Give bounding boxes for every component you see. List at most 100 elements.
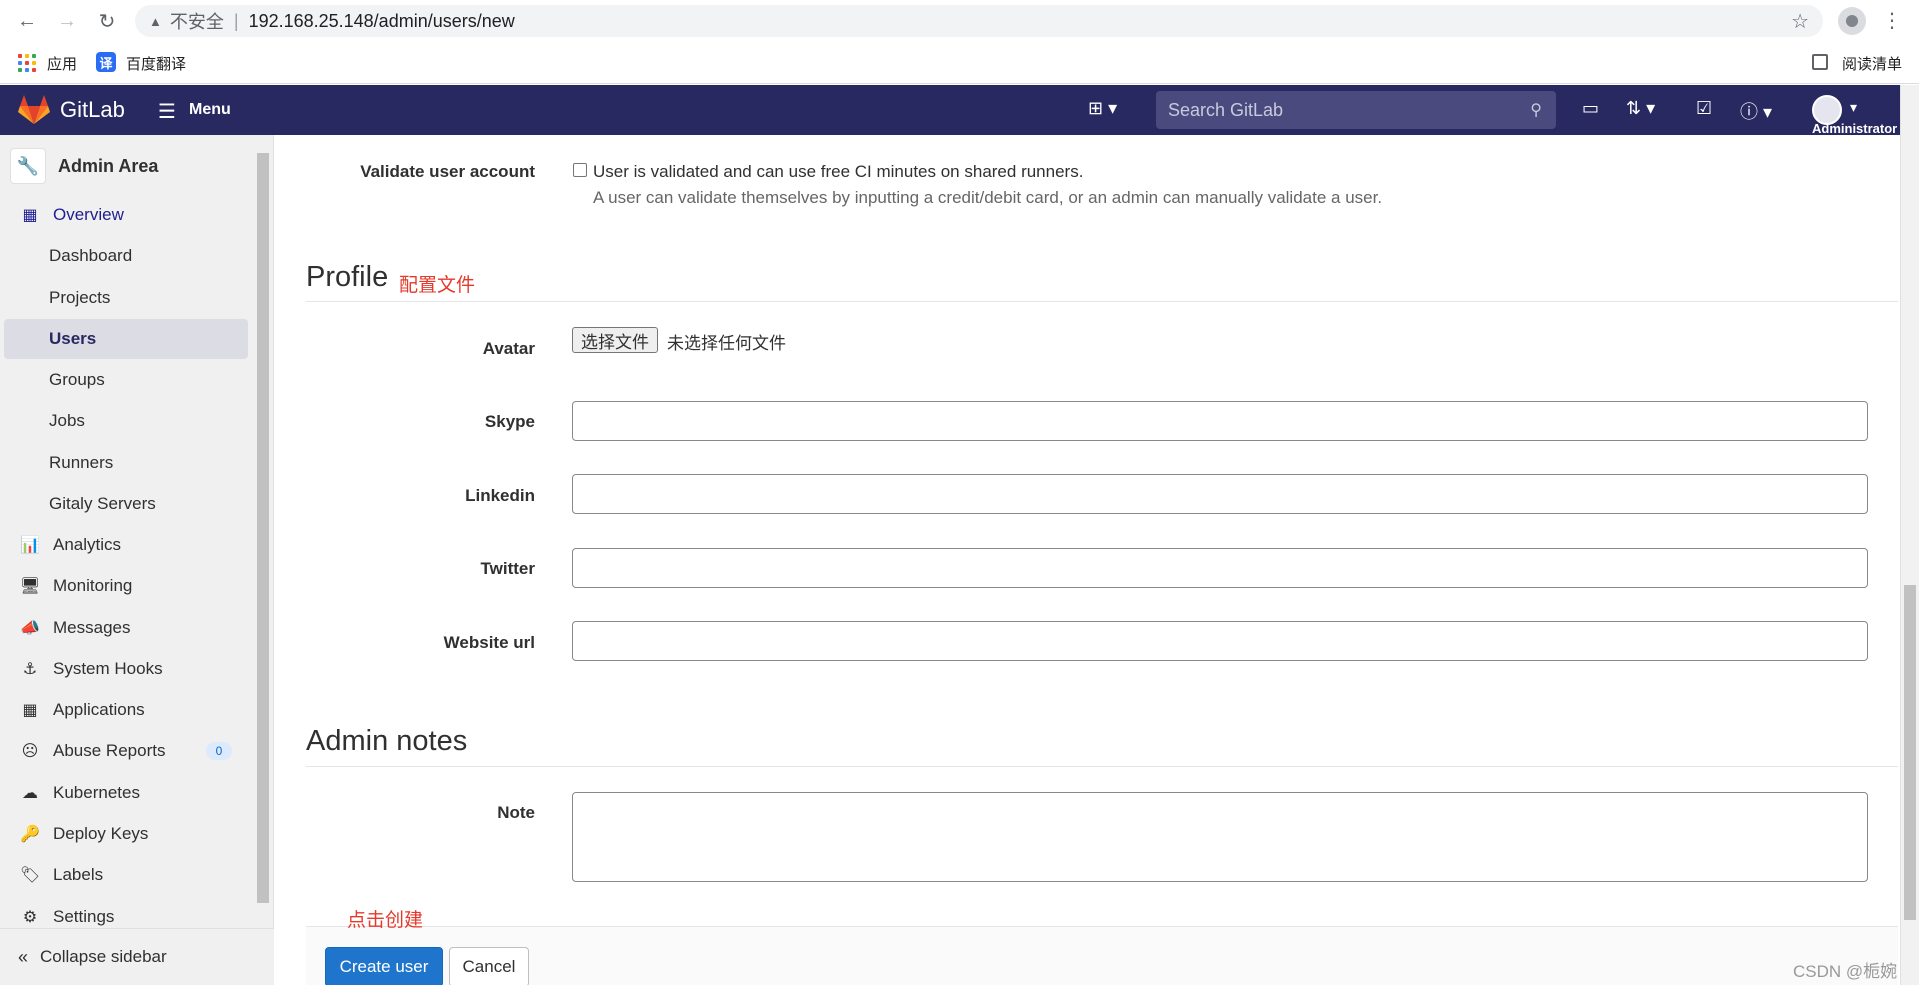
sidebar-item-analytics[interactable]: 📊 Analytics	[4, 525, 248, 565]
sidebar-item-label: Users	[49, 329, 97, 348]
gear-icon: ⚙	[22, 909, 38, 926]
sidebar-item-label: Gitaly Servers	[49, 494, 156, 513]
sidebar-item-label: Overview	[53, 205, 124, 224]
back-icon[interactable]: ←	[12, 6, 42, 36]
todos-icon[interactable]: ☑	[1696, 98, 1712, 119]
note-textarea[interactable]	[572, 792, 1868, 882]
sidebar-header[interactable]: 🔧 Admin Area	[10, 146, 254, 186]
sidebar-scrollbar-thumb[interactable]	[257, 153, 269, 903]
reload-icon[interactable]: ↻	[92, 6, 122, 36]
sidebar-item-runners[interactable]: Runners	[4, 443, 248, 483]
sidebar-item-overview[interactable]: ▦ Overview	[4, 195, 248, 235]
bookmarks-bar: 应用 译 百度翻译 阅读清单	[0, 42, 1919, 84]
search-icon: ⚲	[1530, 102, 1542, 119]
sidebar-item-applications[interactable]: ▦ Applications	[4, 690, 248, 730]
sidebar-item-kubernetes[interactable]: ☁ Kubernetes	[4, 773, 248, 813]
linkedin-label: Linkedin	[465, 486, 535, 505]
profile-annotation: 配置文件	[399, 275, 476, 296]
sidebar-item-label: Messages	[53, 618, 131, 637]
page-scrollbar[interactable]	[1900, 85, 1919, 985]
avatar-label: Avatar	[482, 339, 535, 358]
menu-button[interactable]: Menu	[189, 101, 231, 119]
admin-notes-section-title: Admin notes	[306, 725, 468, 757]
analytics-icon: 📊	[20, 537, 40, 554]
apps-icon[interactable]	[18, 54, 36, 72]
browser-menu-icon[interactable]: ⋮	[1882, 8, 1902, 33]
sidebar-item-users[interactable]: Users	[4, 319, 248, 359]
bookmark-star-icon[interactable]: ☆	[1791, 9, 1809, 34]
sidebar-item-system-hooks[interactable]: ⚓ System Hooks	[4, 649, 248, 689]
abuse-reports-badge: 0	[206, 742, 232, 760]
reading-list[interactable]: 阅读清单	[1842, 53, 1902, 74]
sidebar-item-dashboard[interactable]: Dashboard	[4, 236, 248, 276]
sidebar-item-label: Dashboard	[49, 246, 133, 265]
website-url-input[interactable]	[572, 621, 1868, 661]
user-name: Administrator	[1812, 121, 1898, 136]
file-status-text: 未选择任何文件	[667, 334, 786, 353]
bookmark-apps[interactable]: 应用	[47, 53, 77, 74]
browser-toolbar: ← → ↻ ▲ 不安全 | 192.168.25.148/admin/users…	[0, 0, 1919, 42]
sidebar-item-label: Deploy Keys	[53, 824, 149, 843]
merge-requests-icon[interactable]: ⇅ ▾	[1626, 98, 1655, 119]
monitor-icon: 🖥	[19, 578, 41, 595]
cancel-button[interactable]: Cancel	[449, 947, 529, 985]
gitlab-top-nav: GitLab ☰ Menu ⊞ ▾ ⚲ ▭ ⇅ ▾ ☑ ⓘ ▾ ▾ Admini…	[0, 85, 1900, 136]
gitlab-logo-icon[interactable]	[18, 95, 50, 125]
admin-sidebar: 🔧 Admin Area ▦ Overview Dashboard Projec…	[0, 135, 274, 985]
page-scrollbar-thumb[interactable]	[1904, 585, 1916, 920]
insecure-label: 不安全	[169, 12, 224, 32]
address-bar[interactable]: ▲ 不安全 | 192.168.25.148/admin/users/new ☆	[135, 5, 1823, 37]
validate-label: Validate user account	[360, 162, 535, 181]
abuse-icon: ☹	[21, 743, 39, 760]
reading-list-icon	[1812, 54, 1828, 70]
sidebar-item-groups[interactable]: Groups	[4, 360, 248, 400]
collapse-sidebar-label: Collapse sidebar	[40, 947, 167, 966]
sidebar-item-label: Kubernetes	[53, 783, 140, 802]
choose-file-button[interactable]: 选择文件	[572, 327, 658, 353]
overview-icon: ▦	[22, 207, 38, 224]
note-label: Note	[497, 803, 535, 822]
sidebar-item-abuse-reports[interactable]: ☹ Abuse Reports 0	[4, 731, 248, 771]
new-item-dropdown-icon[interactable]: ⊞ ▾	[1088, 98, 1117, 119]
skype-label: Skype	[484, 412, 535, 431]
browser-profile-icon[interactable]	[1838, 7, 1866, 35]
sidebar-item-monitoring[interactable]: 🖥 Monitoring	[4, 566, 248, 606]
wrench-icon: 🔧	[10, 148, 46, 184]
cloud-icon: ☁	[22, 785, 38, 802]
sidebar-item-label: Runners	[49, 453, 114, 472]
issues-icon[interactable]: ▭	[1582, 98, 1599, 119]
twitter-input[interactable]	[572, 548, 1868, 588]
sidebar-item-labels[interactable]: 🏷 Labels	[4, 855, 248, 895]
sidebar-item-label: Groups	[49, 370, 105, 389]
sidebar-item-messages[interactable]: 📣 Messages	[4, 608, 248, 648]
user-dropdown-chevron-icon[interactable]: ▾	[1850, 99, 1857, 116]
warning-icon: ▲	[149, 13, 162, 29]
bookmark-translate[interactable]: 百度翻译	[126, 53, 186, 74]
create-user-button[interactable]: Create user	[325, 947, 443, 985]
sidebar-scrollbar[interactable]	[254, 135, 272, 905]
collapse-sidebar-button[interactable]: « Collapse sidebar	[0, 928, 274, 985]
forward-icon[interactable]: →	[52, 6, 82, 36]
profile-divider	[306, 301, 1898, 302]
new-user-form: Validate user account User is validated …	[275, 135, 1900, 985]
key-icon: 🔑	[20, 826, 40, 843]
hamburger-icon[interactable]: ☰	[158, 99, 176, 124]
url-text: 192.168.25.148/admin/users/new	[248, 10, 515, 31]
validate-checkbox-text[interactable]: User is validated and can use free CI mi…	[593, 162, 1083, 182]
twitter-label: Twitter	[480, 559, 535, 578]
search-box[interactable]: ⚲	[1156, 91, 1556, 129]
sidebar-item-gitaly-servers[interactable]: Gitaly Servers	[4, 484, 248, 524]
sidebar-title: Admin Area	[58, 155, 159, 176]
help-icon[interactable]: ⓘ ▾	[1740, 98, 1772, 124]
form-actions	[306, 926, 1898, 985]
search-input[interactable]	[1168, 99, 1508, 121]
gitlab-brand[interactable]: GitLab	[60, 97, 125, 123]
linkedin-input[interactable]	[572, 474, 1868, 514]
skype-input[interactable]	[572, 401, 1868, 441]
create-annotation: 点击创建	[347, 910, 424, 931]
sidebar-item-projects[interactable]: Projects	[4, 278, 248, 318]
validate-checkbox[interactable]	[573, 163, 587, 177]
sidebar-item-label: System Hooks	[53, 659, 163, 678]
sidebar-item-jobs[interactable]: Jobs	[4, 401, 248, 441]
sidebar-item-deploy-keys[interactable]: 🔑 Deploy Keys	[4, 814, 248, 854]
